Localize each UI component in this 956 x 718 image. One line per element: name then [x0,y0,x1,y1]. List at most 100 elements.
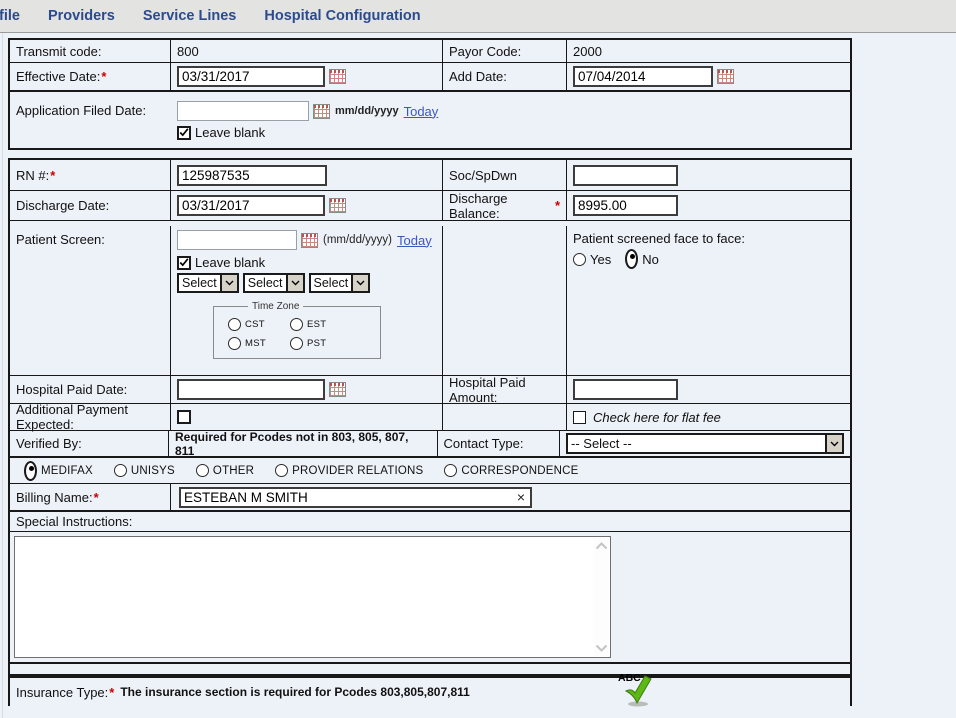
leave-blank-checkbox[interactable] [177,126,191,140]
source-option-provider-relations[interactable]: PROVIDER RELATIONS [275,464,423,477]
rn-number-input[interactable] [177,165,327,186]
chevron-down-icon [356,280,365,286]
payor-code-label: Payor Code: [443,40,567,62]
soc-spdwn-label: Soc/SpDwn [443,160,567,190]
rn-number-label: RN #:* [10,160,171,190]
screen-select-3[interactable]: Select [309,273,371,293]
contact-type-select[interactable]: -- Select -- [566,433,844,454]
add-date-label: Add Date: [443,63,567,90]
radio-unisys[interactable] [114,464,127,477]
soc-spdwn-input[interactable] [573,165,678,186]
special-instructions-textarea-frame [14,536,611,658]
radio-mst[interactable] [228,337,241,350]
patient-screened-f2f-label: Patient screened face to face: [573,231,844,246]
today-link[interactable]: Today [397,233,432,248]
f2f-option-no[interactable]: No [625,249,659,269]
leave-blank-label: Leave blank [195,255,265,270]
form-wrapper: Transmit code: 800 Payor Code: 2000 Effe… [8,38,852,706]
timezone-option-pst[interactable]: PST [290,337,352,350]
source-option-unisys[interactable]: UNISYS [114,464,175,477]
date-format-hint: (mm/dd/yyyy) [323,234,392,246]
timezone-option-cst[interactable]: CST [228,318,290,331]
clear-icon[interactable]: × [517,490,525,504]
page-left-edge [2,33,3,718]
verified-by-note: Required for Pcodes not in 803, 805, 807… [175,430,431,458]
nav-item-hospital-configuration[interactable]: Hospital Configuration [264,8,420,24]
hospital-paid-date-input[interactable] [177,379,325,400]
patient-screen-date-input[interactable] [177,230,297,250]
radio-no[interactable] [625,249,638,269]
application-filed-date-row: Application Filed Date: mm/dd/yyyy Today… [10,90,850,148]
special-instructions-textarea[interactable] [15,537,610,657]
screen-select-1[interactable]: Select [177,273,239,293]
application-filed-date-label: Application Filed Date: [10,97,171,148]
screen-select-2[interactable]: Select [243,273,305,293]
discharge-date-input[interactable] [177,195,325,216]
radio-provider-relations[interactable] [275,464,288,477]
scroll-down-icon[interactable] [595,644,608,652]
special-instructions-header-row: Special Instructions: [10,510,850,531]
transmit-payor-row: Transmit code: 800 Payor Code: 2000 [10,40,850,62]
discharge-balance-input[interactable] [573,195,678,216]
check-icon [179,127,189,138]
additional-payment-label: Additional Payment Expected: [10,404,171,430]
codes-dates-section: Transmit code: 800 Payor Code: 2000 Effe… [8,38,852,150]
scroll-up-icon[interactable] [595,542,608,550]
add-date-input[interactable] [573,66,713,87]
section-gap [8,150,852,158]
leave-blank-label: Leave blank [195,125,265,140]
date-format-hint: mm/dd/yyyy [335,105,399,117]
nav-item-file[interactable]: file [0,8,20,24]
timezone-option-est[interactable]: EST [290,318,352,331]
nav-item-providers[interactable]: Providers [48,8,115,24]
hospital-paid-date-label: Hospital Paid Date: [10,376,171,403]
chevron-down-icon [225,280,234,286]
hospital-paid-row: Hospital Paid Date: Hospital Paid Amount… [10,375,850,403]
calendar-icon[interactable] [329,69,346,84]
chevron-down-icon [291,280,300,286]
special-instructions-label: Special Instructions: [10,512,850,531]
radio-other[interactable] [196,464,209,477]
hospital-paid-amount-input[interactable] [573,379,678,400]
additional-payment-row: Additional Payment Expected: Check here … [10,403,850,430]
nav-item-service-lines[interactable]: Service Lines [143,8,237,24]
application-filed-date-input[interactable] [177,101,309,121]
billing-name-row: Billing Name:* × [10,483,850,510]
calendar-icon[interactable] [313,104,330,119]
patient-screen-label: Patient Screen: [10,226,171,375]
calendar-icon[interactable] [301,233,318,248]
source-option-medifax[interactable]: MEDIFAX [24,461,93,481]
source-option-other[interactable]: OTHER [196,464,254,477]
hospital-paid-amount-label: Hospital Paid Amount: [443,376,567,403]
insurance-type-label: Insurance Type: [16,685,108,700]
verified-by-row: Verified By: Required for Pcodes not in … [10,430,850,456]
calendar-icon[interactable] [329,198,346,213]
radio-yes[interactable] [573,253,586,266]
calendar-icon[interactable] [329,382,346,397]
f2f-option-yes[interactable]: Yes [573,252,611,267]
radio-pst[interactable] [290,337,303,350]
textarea-scrollbar[interactable] [593,538,609,656]
top-navigation: file Providers Service Lines Hospital Co… [0,0,956,33]
effective-date-input[interactable] [177,66,325,87]
empty-strip-row [8,664,852,676]
timezone-option-mst[interactable]: MST [228,337,290,350]
rn-soc-row: RN #:* Soc/SpDwn [10,160,850,190]
calendar-icon[interactable] [717,69,734,84]
additional-payment-checkbox[interactable] [177,410,191,424]
radio-correspondence[interactable] [444,464,457,477]
required-asterisk: * [94,490,99,505]
source-option-correspondence[interactable]: CORRESPONDENCE [444,464,578,477]
leave-blank-checkbox[interactable] [177,256,191,270]
transmit-code-label: Transmit code: [10,40,171,62]
patient-details-section: RN #:* Soc/SpDwn Discharge Date: Dischar… [8,158,852,664]
contact-type-label: Contact Type: [438,431,561,456]
verification-source-row: MEDIFAX UNISYS OTHER PROVIDER RELATIONS … [10,456,850,483]
today-link[interactable]: Today [404,104,439,119]
radio-est[interactable] [290,318,303,331]
flat-fee-label: Check here for flat fee [593,410,721,425]
radio-cst[interactable] [228,318,241,331]
radio-medifax[interactable] [24,461,37,481]
billing-name-input[interactable] [179,487,532,508]
flat-fee-checkbox[interactable] [573,411,586,424]
